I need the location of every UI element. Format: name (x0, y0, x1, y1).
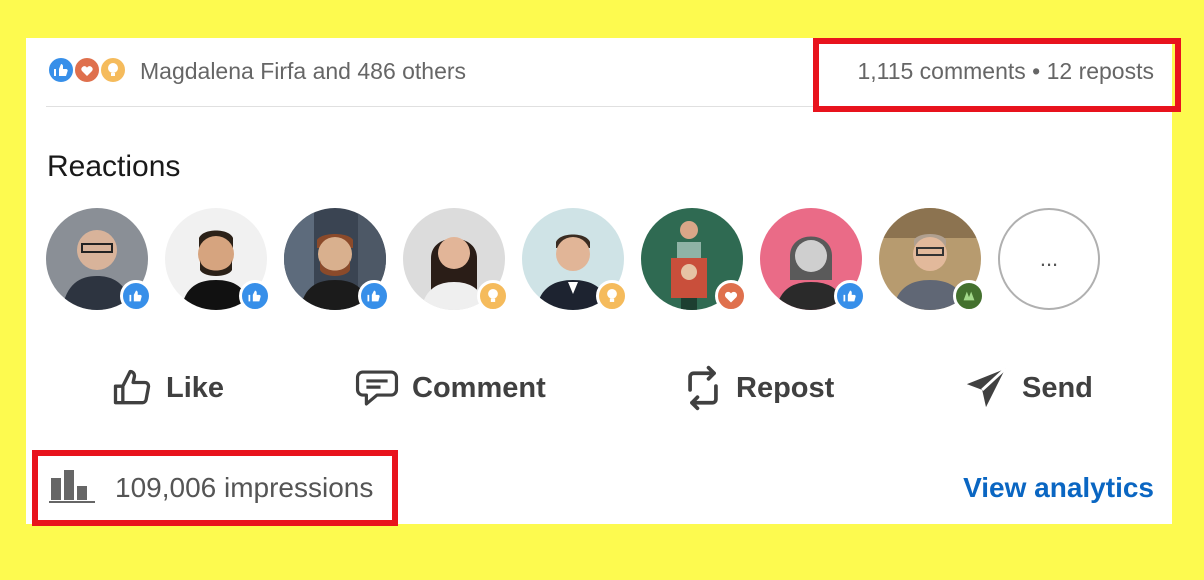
reactor-avatar[interactable] (522, 208, 628, 312)
insightful-reaction-icon (99, 56, 127, 84)
repost-label: Repost (736, 371, 835, 404)
like-button[interactable]: Like (110, 358, 224, 418)
like-badge-icon (358, 280, 390, 312)
post-action-bar: Like Comment Repost Send (26, 358, 1172, 418)
more-reactors-button[interactable]: ... (998, 208, 1100, 310)
like-badge-icon (120, 280, 152, 312)
reactor-avatar[interactable] (641, 208, 747, 312)
more-icon: ... (998, 208, 1100, 310)
insightful-badge-icon (596, 280, 628, 312)
celebrate-badge-icon (953, 280, 985, 312)
reactor-avatar[interactable] (284, 208, 390, 312)
reactor-avatar[interactable] (46, 208, 152, 312)
reactor-avatar[interactable] (165, 208, 271, 312)
comment-label: Comment (412, 371, 546, 404)
like-badge-icon (239, 280, 271, 312)
repost-icon (682, 364, 724, 412)
repost-button[interactable]: Repost (682, 358, 834, 418)
reactor-avatars: ... (46, 208, 1106, 314)
reactor-avatar[interactable] (403, 208, 509, 312)
comment-icon (354, 366, 400, 410)
like-icon (110, 366, 154, 410)
reactor-avatar[interactable] (879, 208, 985, 312)
send-button[interactable]: Send (962, 358, 1093, 418)
reactor-avatar[interactable] (760, 208, 866, 312)
like-reaction-icon (47, 56, 75, 84)
view-analytics-link[interactable]: View analytics (963, 472, 1154, 504)
comment-button[interactable]: Comment (354, 358, 546, 418)
reactions-heading: Reactions (47, 150, 181, 183)
love-reaction-icon (73, 56, 101, 84)
insightful-badge-icon (477, 280, 509, 312)
like-badge-icon (834, 280, 866, 312)
highlight-box-impressions (32, 450, 398, 526)
highlight-box-counts (813, 38, 1181, 112)
like-label: Like (166, 371, 225, 404)
send-icon (962, 365, 1010, 411)
reactors-link[interactable]: Magdalena Firfa and 486 others (140, 58, 466, 85)
love-badge-icon (715, 280, 747, 312)
reaction-icons[interactable] (47, 56, 133, 86)
send-label: Send (1022, 371, 1093, 404)
